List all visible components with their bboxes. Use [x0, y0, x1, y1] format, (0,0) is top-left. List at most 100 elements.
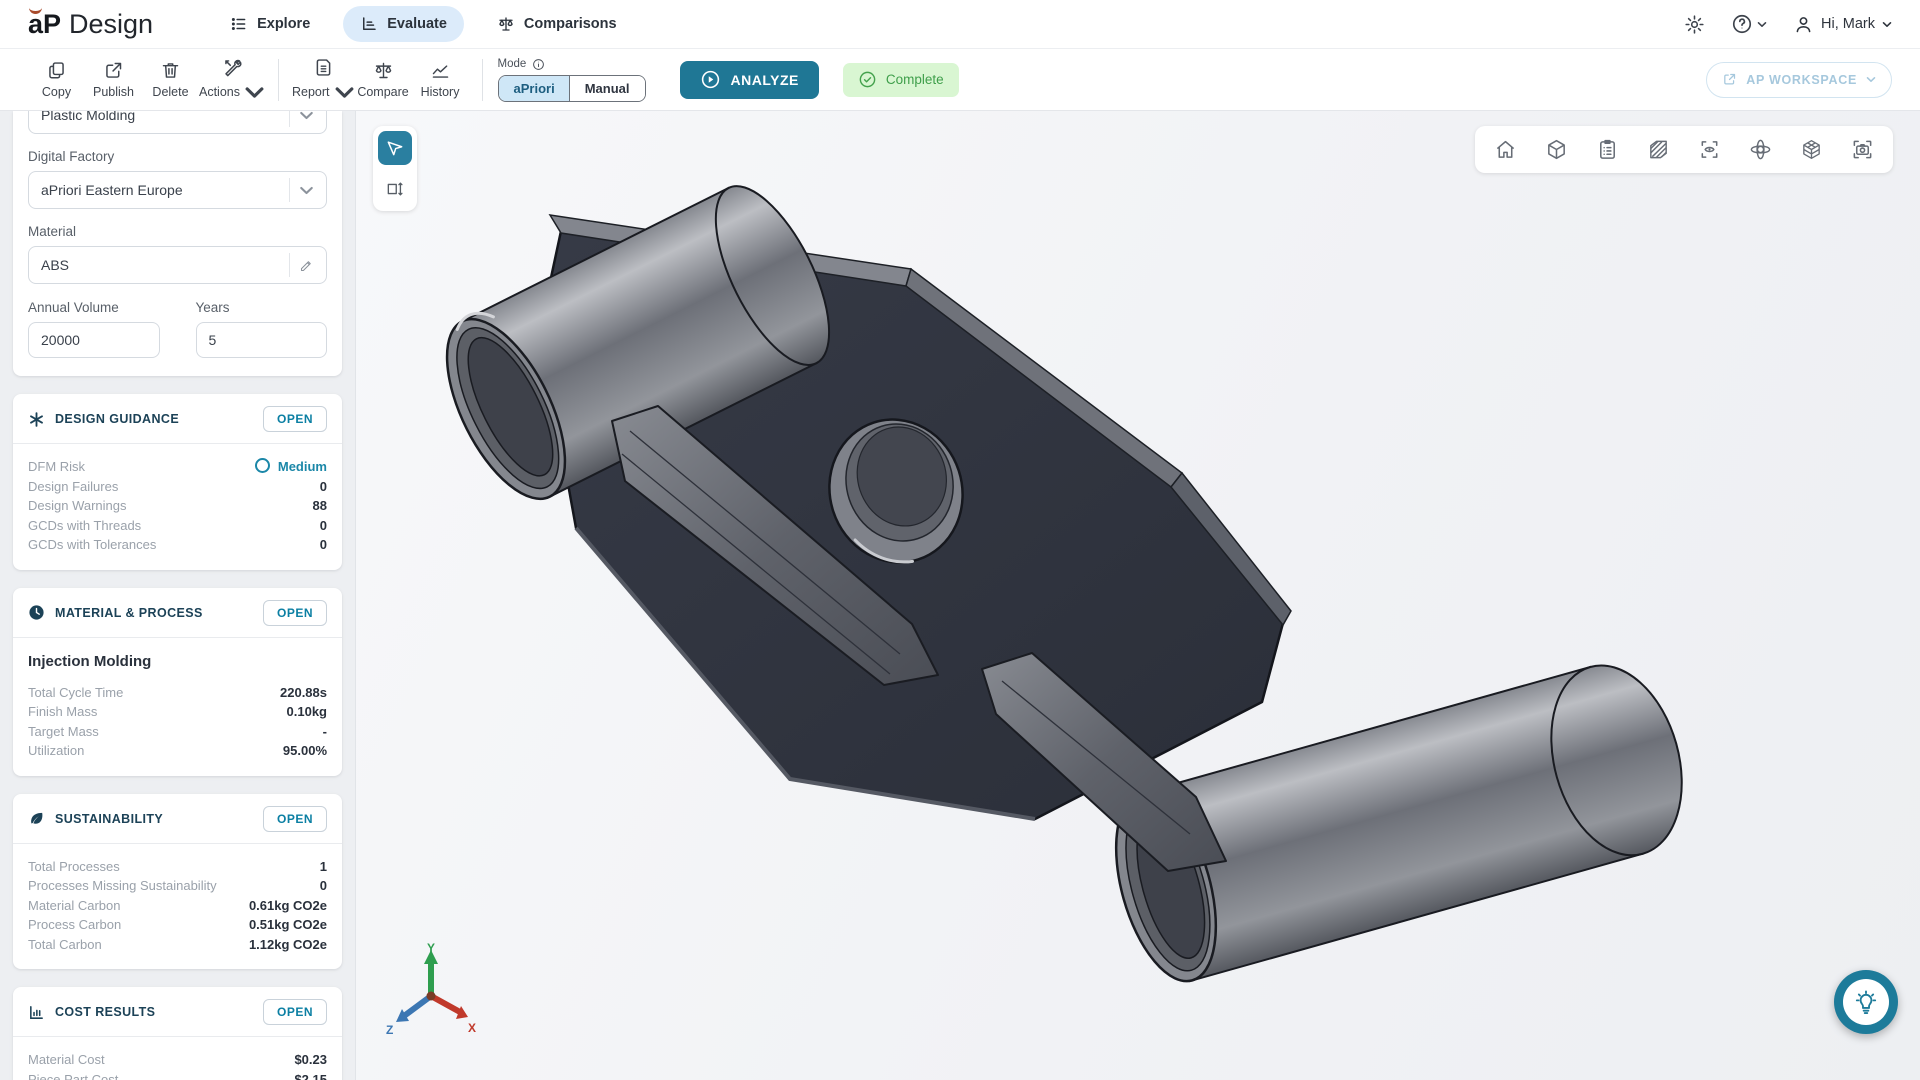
open-cost-results-button[interactable]: OPEN	[263, 999, 327, 1025]
history-chart-icon	[430, 60, 451, 81]
metric-value: 1	[320, 857, 327, 877]
top-nav: aP Design Explore Evaluate Comparisons H…	[0, 0, 1920, 49]
metric-row: Material Carbon 0.61kg CO2e	[28, 896, 327, 916]
history-button[interactable]: History	[412, 60, 469, 99]
metric-row: GCDs with Threads 0	[28, 516, 327, 536]
analyze-button[interactable]: ANALYZE	[680, 61, 819, 99]
material-value: ABS	[41, 257, 69, 273]
measure-tool[interactable]	[378, 172, 412, 206]
user-greeting: Hi, Mark	[1821, 16, 1875, 32]
button-label: History	[421, 85, 460, 99]
exploded-view-icon[interactable]	[1800, 138, 1823, 161]
tools-icon	[222, 57, 243, 78]
assistant-lightbulb-button[interactable]	[1834, 970, 1898, 1034]
chevron-down-icon	[334, 82, 355, 103]
nav-tab-explore[interactable]: Explore	[213, 6, 327, 42]
publish-button[interactable]: Publish	[85, 60, 142, 99]
annual-volume-label: Annual Volume	[28, 300, 160, 315]
report-document-icon	[313, 57, 334, 78]
scenario-config-card: Plastic Molding Digital Factory aPriori …	[13, 111, 342, 376]
nav-tab-comparisons[interactable]: Comparisons	[480, 6, 634, 42]
app-logo: aP Design	[28, 9, 153, 40]
help-menu[interactable]	[1731, 13, 1767, 35]
metric-value: 88	[313, 496, 327, 516]
open-material-process-button[interactable]: OPEN	[263, 600, 327, 626]
delete-button[interactable]: Delete	[142, 60, 199, 99]
cube-view-icon[interactable]	[1545, 138, 1568, 161]
open-sustainability-button[interactable]: OPEN	[263, 806, 327, 832]
metric-label: Design Failures	[28, 477, 118, 497]
bom-list-icon[interactable]	[1596, 138, 1619, 161]
metric-value: 0	[320, 535, 327, 555]
process-group-select[interactable]: Plastic Molding	[28, 111, 327, 134]
status-badge-complete: Complete	[843, 63, 959, 97]
metric-label: Total Processes	[28, 857, 120, 877]
left-sidebar: Plastic Molding Digital Factory aPriori …	[0, 111, 355, 1080]
leaf-icon	[28, 810, 45, 827]
axis-y-label: Y	[427, 941, 435, 955]
asterisk-icon	[28, 411, 45, 428]
section-view-icon[interactable]	[1647, 138, 1670, 161]
publish-icon	[103, 60, 124, 81]
metric-value: 0	[320, 477, 327, 497]
orbit-rotate-icon[interactable]	[1749, 138, 1772, 161]
metric-row: Total Carbon 1.12kg CO2e	[28, 935, 327, 955]
nav-tab-evaluate[interactable]: Evaluate	[343, 6, 464, 42]
metric-label: Target Mass	[28, 722, 99, 742]
years-label: Years	[196, 300, 328, 315]
select-cursor-tool[interactable]	[378, 131, 412, 165]
copy-button[interactable]: Copy	[28, 60, 85, 99]
material-field[interactable]: ABS	[28, 246, 327, 284]
button-label: Actions	[199, 85, 240, 99]
process-name: Injection Molding	[13, 638, 342, 670]
home-view-icon[interactable]	[1494, 138, 1517, 161]
digital-factory-select[interactable]: aPriori Eastern Europe	[28, 171, 327, 209]
metric-row: Piece Part Cost $2.15	[28, 1070, 327, 1080]
panel-title: MATERIAL & PROCESS	[55, 606, 253, 620]
cost-results-card: COST RESULTS OPEN Material Cost $0.23 Pi…	[13, 987, 342, 1080]
edit-pencil-icon[interactable]	[299, 258, 314, 273]
actions-menu-button[interactable]: Actions	[199, 57, 265, 103]
years-input[interactable]	[196, 322, 328, 358]
metric-label: GCDs with Tolerances	[28, 535, 156, 555]
chevron-down-icon	[299, 111, 314, 123]
axis-triad: Y Z X	[384, 940, 476, 1038]
settings-gear-icon[interactable]	[1684, 14, 1705, 35]
user-menu[interactable]: Hi, Mark	[1793, 14, 1892, 35]
metric-value: 0.10kg	[287, 702, 327, 722]
info-icon[interactable]	[532, 58, 545, 71]
report-menu-button[interactable]: Report	[292, 57, 355, 103]
metric-row: Total Cycle Time 220.88s	[28, 683, 327, 703]
metric-label: Processes Missing Sustainability	[28, 876, 217, 896]
sustainability-card: SUSTAINABILITY OPEN Total Processes 1 Pr…	[13, 794, 342, 970]
ap-workspace-button[interactable]: AP WORKSPACE	[1706, 62, 1892, 98]
chevron-down-icon	[299, 183, 314, 198]
metric-value: $0.23	[294, 1050, 327, 1070]
metric-label: DFM Risk	[28, 457, 85, 477]
button-label: Delete	[152, 85, 188, 99]
copy-icon	[46, 60, 67, 81]
mode-toggle: aPriori Manual	[498, 75, 646, 102]
mode-option-manual[interactable]: Manual	[570, 76, 645, 101]
cad-model-rocker-arm[interactable]	[390, 169, 1790, 989]
metric-row: Processes Missing Sustainability 0	[28, 876, 327, 896]
metric-label: Total Cycle Time	[28, 683, 123, 703]
mode-option-apriori[interactable]: aPriori	[499, 76, 570, 101]
nav-tab-label: Evaluate	[387, 16, 447, 32]
material-process-card: MATERIAL & PROCESS OPEN Injection Moldin…	[13, 588, 342, 776]
view-fit-icon[interactable]	[1698, 138, 1721, 161]
metric-label: Design Warnings	[28, 496, 127, 516]
snapshot-camera-icon[interactable]	[1851, 138, 1874, 161]
nav-tab-label: Explore	[257, 16, 310, 32]
evaluate-chart-icon	[360, 15, 378, 33]
workspace-label: AP WORKSPACE	[1746, 73, 1857, 87]
cad-viewport[interactable]: Y Z X	[355, 111, 1920, 1080]
annual-volume-input[interactable]	[28, 322, 160, 358]
metric-row: DFM Risk Medium	[28, 457, 327, 477]
panel-title: SUSTAINABILITY	[55, 812, 253, 826]
metric-value: 1.12kg CO2e	[249, 935, 327, 955]
design-guidance-card: DESIGN GUIDANCE OPEN DFM Risk Medium Des…	[13, 394, 342, 570]
open-design-guidance-button[interactable]: OPEN	[263, 406, 327, 432]
chevron-down-icon	[1866, 76, 1876, 83]
compare-button[interactable]: Compare	[355, 60, 412, 99]
